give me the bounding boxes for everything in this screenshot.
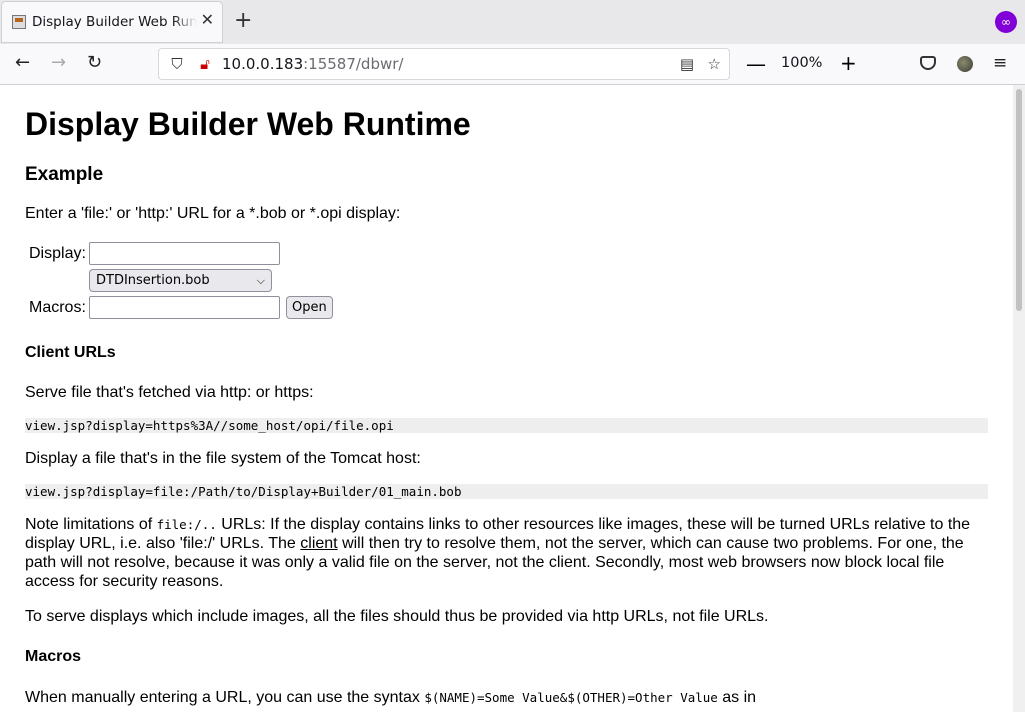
browser-tab[interactable]: Display Builder Web Runtime ✕	[2, 2, 222, 42]
file-system-text: Display a file that's in the file system…	[25, 450, 421, 467]
file-system-code: view.jsp?display=file:/Path/to/Display+B…	[25, 484, 988, 499]
zoom-in-button[interactable]: +	[840, 51, 857, 75]
url-host: 10.0.0.183	[222, 55, 304, 73]
tracking-shield-icon[interactable]: ⛉	[168, 55, 186, 73]
reader-view-icon[interactable]: ▤	[680, 55, 694, 73]
macros-input[interactable]	[89, 296, 280, 319]
address-bar[interactable]: ⛉ 🔓︎ 10.0.0.183:15587/dbwr/ ▤ ☆	[158, 48, 730, 80]
page-viewport: Display Builder Web Runtime Example Ente…	[0, 85, 1025, 712]
url-path: :15587/dbwr/	[303, 55, 404, 73]
tab-close-icon[interactable]: ✕	[201, 13, 214, 29]
navigation-toolbar: ← → ↻ ⛉ 🔓︎ 10.0.0.183:15587/dbwr/ ▤ ☆ — …	[0, 44, 1025, 85]
display-select[interactable]: DTDInsertion.bob ⌵	[89, 269, 272, 292]
macros-label: Macros:	[29, 299, 86, 316]
serve-http-code: view.jsp?display=https%3A//some_host/opi…	[25, 418, 988, 433]
images-note: To serve displays which include images, …	[25, 608, 769, 625]
display-input[interactable]	[89, 242, 280, 265]
private-browsing-icon: ∞	[995, 11, 1017, 33]
page-content: Display Builder Web Runtime Example Ente…	[25, 85, 988, 706]
reload-button[interactable]: ↻	[87, 53, 102, 73]
file-url-note: Note limitations of file:/.. URLs: If th…	[25, 515, 988, 591]
note-code: file:/..	[156, 517, 217, 532]
account-avatar-icon[interactable]	[957, 56, 973, 72]
client-link[interactable]: client	[300, 535, 337, 552]
back-button[interactable]: ←	[15, 53, 30, 73]
tab-title: Display Builder Web Runtime	[32, 14, 197, 30]
page-favicon-icon	[12, 15, 26, 29]
insecure-lock-icon[interactable]: 🔓︎	[196, 55, 214, 73]
chevron-down-icon: ⌵	[256, 274, 265, 287]
display-label: Display:	[29, 245, 86, 262]
forward-button[interactable]: →	[51, 53, 66, 73]
macros-syntax-text: When manually entering a URL, you can us…	[25, 688, 988, 707]
macros-text-suffix: as in	[717, 689, 757, 706]
page-title: Display Builder Web Runtime	[25, 106, 471, 142]
macros-heading: Macros	[25, 648, 82, 665]
page-scrollbar[interactable]	[1013, 85, 1025, 712]
display-select-value: DTDInsertion.bob	[96, 273, 210, 288]
tab-bar: Display Builder Web Runtime ✕ + ∞	[0, 0, 1025, 44]
pocket-icon[interactable]	[920, 56, 936, 70]
bookmark-star-icon[interactable]: ☆	[708, 55, 721, 73]
hamburger-menu-icon[interactable]: ≡	[993, 53, 1007, 73]
client-urls-heading: Client URLs	[25, 344, 116, 361]
open-button[interactable]: Open	[286, 296, 333, 319]
macros-code: $(NAME)=Some Value&$(OTHER)=Other Value	[424, 690, 718, 705]
zoom-level[interactable]: 100%	[781, 55, 822, 71]
url-text[interactable]: 10.0.0.183:15587/dbwr/	[222, 55, 403, 73]
new-tab-button[interactable]: +	[234, 10, 252, 32]
scrollbar-thumb[interactable]	[1016, 89, 1022, 311]
note-prefix: Note limitations of	[25, 516, 157, 533]
serve-http-text: Serve file that's fetched via http: or h…	[25, 384, 314, 401]
zoom-out-button[interactable]: —	[746, 52, 766, 76]
macros-text-prefix: When manually entering a URL, you can us…	[25, 689, 425, 706]
example-heading: Example	[25, 164, 104, 185]
example-intro: Enter a 'file:' or 'http:' URL for a *.b…	[25, 205, 401, 222]
